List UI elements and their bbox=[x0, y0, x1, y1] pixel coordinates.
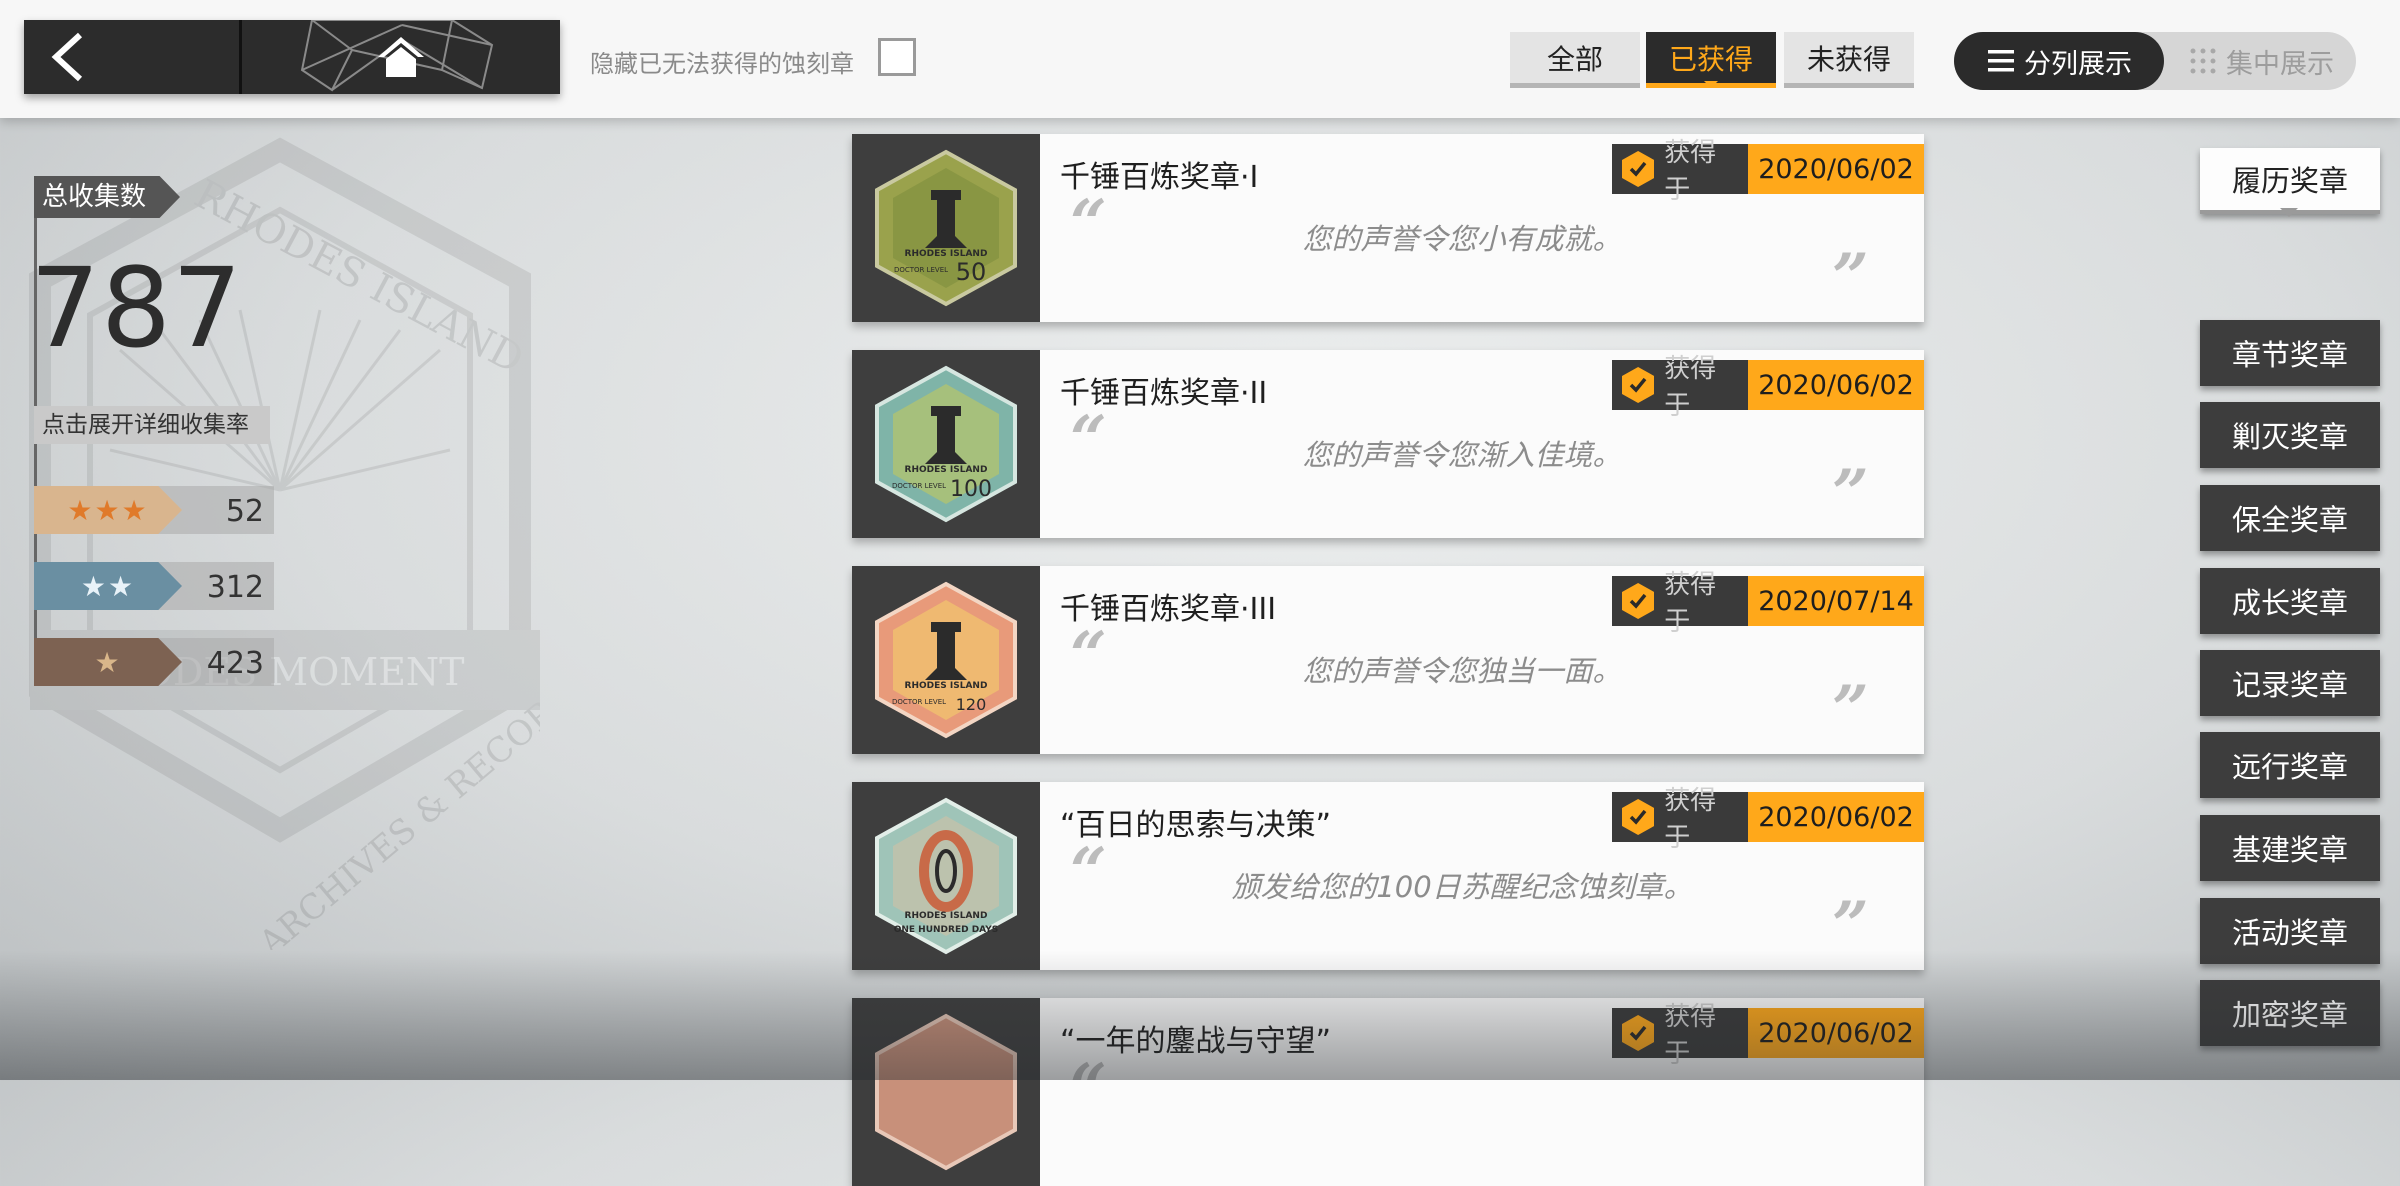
acquired-label: 获得于 bbox=[1664, 570, 1717, 637]
category-chapter[interactable]: 章节奖章 bbox=[2200, 320, 2380, 386]
quote-close-icon: ” bbox=[1832, 456, 1869, 531]
three-star-icon: ★★★ bbox=[34, 486, 182, 534]
category-growth[interactable]: 成长奖章 bbox=[2200, 568, 2380, 634]
expand-detail-button[interactable]: 点击展开详细收集率 bbox=[34, 406, 270, 444]
two-star-icon: ★★ bbox=[34, 562, 182, 610]
medal-thumbnail bbox=[852, 998, 1040, 1186]
total-collection-label: 总收集数 bbox=[34, 176, 180, 218]
acquired-badge: 获得于 2020/06/02 bbox=[1612, 1002, 1924, 1069]
rarity-row-3star: ★★★ 52 bbox=[34, 486, 274, 534]
checkmark-icon bbox=[1622, 583, 1655, 619]
view-mode-grid-label: 集中展示 bbox=[2226, 48, 2334, 80]
acquired-date: 2020/06/02 bbox=[1748, 1008, 1924, 1058]
view-mode-list-label: 分列展示 bbox=[2024, 48, 2132, 80]
medal-card[interactable]: “一年的鏖战与守望” 获得于 2020/06/02 “ bbox=[852, 998, 1924, 1186]
medal-rhodes-text: RHODES ISLAND bbox=[905, 465, 988, 475]
total-collection-count: 787 bbox=[30, 244, 243, 372]
tower-medal-icon: RHODES ISLAND DOCTOR LEVEL 100 bbox=[875, 365, 1017, 523]
category-record[interactable]: 记录奖章 bbox=[2200, 650, 2380, 716]
checkmark-icon bbox=[1622, 367, 1655, 403]
medal-thumbnail: RHODES ISLAND DOCTOR LEVEL 100 bbox=[852, 350, 1040, 538]
quote-close-icon: ” bbox=[1832, 240, 1869, 315]
medal-description: 您的声誉令您独当一面。 bbox=[1302, 654, 1622, 688]
tower-medal-icon: RHODES ISLAND DOCTOR LEVEL 120 bbox=[875, 581, 1017, 739]
quote-open-icon: “ bbox=[1070, 1050, 1107, 1125]
medal-card[interactable]: RHODES ISLAND ONE HUNDRED DAYS “百日的思索与决策… bbox=[852, 782, 1924, 970]
acquired-date: 2020/06/02 bbox=[1748, 144, 1924, 194]
tower-medal-icon: RHODES ISLAND DOCTOR LEVEL 50 bbox=[875, 149, 1017, 307]
medal-hundred-days-text: ONE HUNDRED DAYS bbox=[894, 925, 999, 935]
quote-close-icon: ” bbox=[1832, 672, 1869, 747]
home-icon bbox=[378, 37, 424, 77]
filter-tab-obtained[interactable]: 已获得 bbox=[1646, 32, 1776, 88]
one-star-count: 423 bbox=[206, 646, 264, 681]
medal-doctor-level-text: DOCTOR LEVEL bbox=[894, 266, 948, 274]
category-resume[interactable]: 履历奖章 bbox=[2200, 148, 2380, 217]
medal-level-number: 100 bbox=[950, 477, 992, 502]
medal-description: 颁发给您的100日苏醒纪念蚀刻章。 bbox=[1231, 870, 1693, 904]
acquired-badge: 获得于 2020/06/02 bbox=[1612, 786, 1924, 853]
checkmark-icon bbox=[1622, 799, 1655, 835]
medal-doctor-level-text: DOCTOR LEVEL bbox=[892, 482, 946, 490]
one-star-icon: ★ bbox=[34, 638, 182, 686]
medal-doctor-level-text: DOCTOR LEVEL bbox=[892, 698, 946, 706]
top-bar: 隐藏已无法获得的蚀刻章 全部 已获得 未获得 分列展示 集中展示 bbox=[0, 0, 2400, 118]
medal-rhodes-text: RHODES ISLAND bbox=[905, 681, 988, 691]
filter-tab-unobtained[interactable]: 未获得 bbox=[1784, 32, 1914, 88]
acquired-badge: 获得于 2020/06/02 bbox=[1612, 354, 1924, 421]
acquired-label: 获得于 bbox=[1664, 786, 1717, 853]
medal-description: 您的声誉令您渐入佳境。 bbox=[1302, 438, 1622, 472]
three-star-count: 52 bbox=[225, 494, 264, 529]
checkmark-icon bbox=[1622, 1015, 1655, 1051]
rarity-row-1star: ★ 423 bbox=[34, 638, 274, 686]
quote-close-icon: ” bbox=[1832, 888, 1869, 963]
filter-tab-all[interactable]: 全部 bbox=[1510, 32, 1640, 88]
acquired-badge: 获得于 2020/06/02 bbox=[1612, 138, 1924, 205]
acquired-label: 获得于 bbox=[1664, 138, 1717, 205]
acquired-label: 获得于 bbox=[1664, 1002, 1717, 1069]
medal-level-number: 50 bbox=[956, 258, 987, 286]
medal-level-number: 120 bbox=[956, 695, 987, 714]
view-mode-grid-button[interactable]: 集中展示 bbox=[2176, 32, 2346, 90]
acquired-date: 2020/06/02 bbox=[1748, 360, 1924, 410]
medal-description: 您的声誉令您小有成就。 bbox=[1302, 222, 1622, 256]
list-icon bbox=[1988, 50, 2014, 72]
view-mode-toggle: 分列展示 集中展示 bbox=[1954, 32, 2356, 90]
medal-card[interactable]: RHODES ISLAND DOCTOR LEVEL 120 千锤百炼奖章·II… bbox=[852, 566, 1924, 754]
category-expedition[interactable]: 远行奖章 bbox=[2200, 732, 2380, 798]
checkmark-icon bbox=[1622, 151, 1655, 187]
category-annihilation[interactable]: 剿灭奖章 bbox=[2200, 402, 2380, 468]
view-mode-list-button[interactable]: 分列展示 bbox=[1954, 32, 2164, 90]
hide-unobtainable-label: 隐藏已无法获得的蚀刻章 bbox=[590, 50, 854, 78]
medal-thumbnail: RHODES ISLAND DOCTOR LEVEL 50 bbox=[852, 134, 1040, 322]
rarity-row-2star: ★★ 312 bbox=[34, 562, 274, 610]
category-encrypted[interactable]: 加密奖章 bbox=[2200, 980, 2380, 1046]
medal-thumbnail: RHODES ISLAND DOCTOR LEVEL 120 bbox=[852, 566, 1040, 754]
acquired-date: 2020/06/02 bbox=[1748, 792, 1924, 842]
back-button[interactable] bbox=[24, 20, 242, 94]
acquired-badge: 获得于 2020/07/14 bbox=[1612, 570, 1924, 637]
chevron-left-icon bbox=[51, 32, 83, 82]
hide-unobtainable-checkbox[interactable] bbox=[878, 38, 916, 76]
category-stationary-security[interactable]: 保全奖章 bbox=[2200, 485, 2380, 551]
grid-dots-icon bbox=[2190, 48, 2216, 74]
category-base[interactable]: 基建奖章 bbox=[2200, 815, 2380, 881]
category-event[interactable]: 活动奖章 bbox=[2200, 898, 2380, 964]
medal-card[interactable]: RHODES ISLAND DOCTOR LEVEL 100 千锤百炼奖章·II… bbox=[852, 350, 1924, 538]
one-year-medal-icon bbox=[875, 1013, 1017, 1171]
medal-card[interactable]: RHODES ISLAND DOCTOR LEVEL 50 千锤百炼奖章·I 获… bbox=[852, 134, 1924, 322]
medal-rhodes-text: RHODES ISLAND bbox=[905, 911, 988, 921]
medal-thumbnail: RHODES ISLAND ONE HUNDRED DAYS bbox=[852, 782, 1040, 970]
acquired-date: 2020/07/14 bbox=[1748, 576, 1924, 626]
two-star-count: 312 bbox=[206, 570, 264, 605]
nav-box bbox=[24, 20, 560, 94]
acquired-label: 获得于 bbox=[1664, 354, 1717, 421]
home-button[interactable] bbox=[242, 20, 560, 94]
hundred-days-medal-icon: RHODES ISLAND ONE HUNDRED DAYS bbox=[875, 797, 1017, 955]
